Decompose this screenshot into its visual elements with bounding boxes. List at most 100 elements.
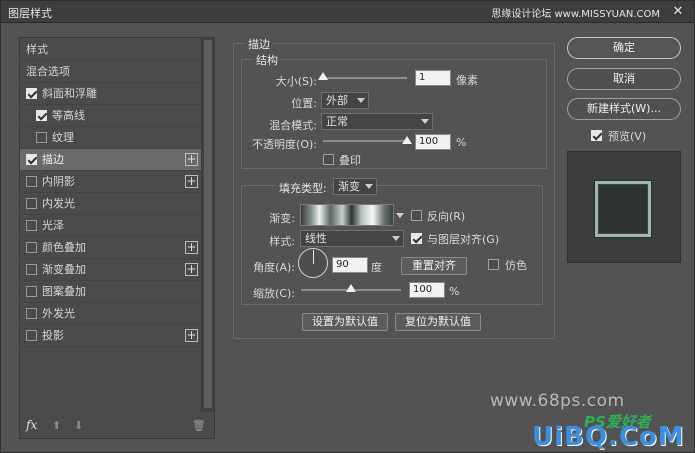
new-style-button[interactable]: 新建样式(W)... xyxy=(567,98,681,120)
close-icon[interactable]: ✕ xyxy=(670,4,686,20)
add-effect-plus-icon[interactable]: + xyxy=(185,329,198,342)
align-with-layer-label: 与图层对齐(G) xyxy=(427,233,500,246)
scale-slider-thumb[interactable] xyxy=(346,284,356,292)
blend-mode-value: 正常 xyxy=(326,115,348,128)
trash-icon[interactable]: 🗑 xyxy=(192,419,206,432)
dither-checkbox[interactable] xyxy=(488,259,499,270)
effect-item[interactable]: 外发光 xyxy=(20,303,202,325)
size-slider-thumb[interactable] xyxy=(318,72,328,80)
effect-item[interactable]: 混合选项 xyxy=(20,61,202,83)
preview-label: 预览(V) xyxy=(608,130,647,143)
gradient-style-value: 线性 xyxy=(305,232,327,245)
scale-input[interactable]: 100 xyxy=(409,282,445,298)
effect-label: 内阴影 xyxy=(42,175,75,188)
align-with-layer-checkbox[interactable] xyxy=(411,233,422,244)
gradient-swatch[interactable] xyxy=(300,204,394,226)
opacity-slider-track[interactable] xyxy=(323,140,407,142)
add-effect-plus-icon[interactable]: + xyxy=(185,153,198,166)
effect-checkbox[interactable] xyxy=(26,264,37,275)
effects-footer: fx ⬆ ⬇ 🗑 xyxy=(20,414,214,438)
overprint-label: 叠印 xyxy=(339,154,361,167)
effect-item[interactable]: 等高线 xyxy=(20,105,202,127)
effect-checkbox[interactable] xyxy=(26,176,37,187)
effect-item[interactable]: 内阴影 + xyxy=(20,171,202,193)
dither-label: 仿色 xyxy=(505,259,527,272)
effect-label: 等高线 xyxy=(52,109,85,122)
effect-checkbox[interactable] xyxy=(26,286,37,297)
opacity-input[interactable]: 100 xyxy=(415,134,451,150)
effects-list: 样式混合选项斜面和浮雕等高线纹理描边 + 内阴影 + 内发光光泽 颜色叠加 + 渐变叠加 + 图案… xyxy=(20,38,202,412)
effect-checkbox[interactable] xyxy=(26,198,37,209)
effect-item[interactable]: 投影 + xyxy=(20,325,202,347)
scroll-thumb[interactable] xyxy=(204,40,212,408)
scale-unit: % xyxy=(449,285,460,298)
position-label: 位置: xyxy=(291,97,317,110)
preview-checkbox[interactable] xyxy=(591,130,602,141)
uibq-watermark: UiBQ.CoM xyxy=(532,422,685,452)
make-default-button[interactable]: 设置为默认值 xyxy=(302,313,388,331)
add-effect-plus-icon[interactable]: + xyxy=(185,241,198,254)
overprint-checkbox[interactable] xyxy=(323,154,334,165)
effect-label: 内发光 xyxy=(42,197,75,210)
reverse-label: 反向(R) xyxy=(427,210,466,223)
site-watermark: www.68ps.com xyxy=(490,391,625,411)
preview-thumbnail xyxy=(595,181,651,237)
effect-label: 投影 xyxy=(42,329,64,342)
effect-checkbox[interactable] xyxy=(26,308,37,319)
reset-default-button[interactable]: 复位为默认值 xyxy=(395,313,481,331)
fill-type-value: 渐变 xyxy=(338,180,360,193)
effect-checkbox[interactable] xyxy=(26,154,37,165)
add-effect-plus-icon[interactable]: + xyxy=(185,263,198,276)
effect-checkbox[interactable] xyxy=(36,132,47,143)
effect-label: 描边 xyxy=(42,153,64,166)
effect-checkbox[interactable] xyxy=(26,330,37,341)
effect-item[interactable]: 图案叠加 xyxy=(20,281,202,303)
effects-scrollbar[interactable] xyxy=(201,38,214,412)
blend-mode-select[interactable]: 正常 xyxy=(321,113,433,130)
ok-button[interactable]: 确定 xyxy=(567,37,681,59)
chevron-down-icon xyxy=(392,236,400,241)
angle-input[interactable]: 90 xyxy=(332,257,368,273)
style-label: 样式: xyxy=(269,235,295,248)
size-input[interactable]: 1 xyxy=(415,70,451,86)
add-effect-plus-icon[interactable]: + xyxy=(185,175,198,188)
effect-item[interactable]: 颜色叠加 + xyxy=(20,237,202,259)
size-slider-track[interactable] xyxy=(323,77,407,79)
reset-align-button[interactable]: 重置对齐 xyxy=(401,257,467,275)
position-select[interactable]: 外部 xyxy=(321,92,369,109)
effect-item[interactable]: 样式 xyxy=(20,39,202,61)
fx-button[interactable]: fx xyxy=(26,418,37,432)
stroke-section-title: 描边 xyxy=(245,36,273,52)
reverse-checkbox[interactable] xyxy=(411,210,422,221)
effect-checkbox[interactable] xyxy=(26,88,37,99)
effect-item[interactable]: 描边 + xyxy=(20,149,202,171)
move-up-icon[interactable]: ⬆ xyxy=(52,419,61,432)
cancel-button[interactable]: 取消 xyxy=(567,68,681,90)
gradient-style-select[interactable]: 线性 xyxy=(300,230,404,247)
move-down-icon[interactable]: ⬇ xyxy=(74,419,83,432)
fill-type-select[interactable]: 渐变 xyxy=(333,178,377,195)
layer-style-dialog: 图层样式 思缘设计论坛 www.MISSYUAN.COM ✕ 样式 混合选项 斜面和… xyxy=(0,0,695,453)
position-value: 外部 xyxy=(326,94,348,107)
effect-item[interactable]: 光泽 xyxy=(20,215,202,237)
opacity-slider-thumb[interactable] xyxy=(402,136,412,144)
effect-label: 渐变叠加 xyxy=(42,263,86,276)
chevron-down-icon xyxy=(357,98,365,103)
effect-item[interactable]: 内发光 xyxy=(20,193,202,215)
effect-label: 图案叠加 xyxy=(42,285,86,298)
effect-item[interactable]: 渐变叠加 + xyxy=(20,259,202,281)
style-preview xyxy=(567,151,681,263)
effect-label: 纹理 xyxy=(52,131,74,144)
scale-label: 缩放(C): xyxy=(253,287,295,300)
effect-label: 斜面和浮雕 xyxy=(42,87,97,100)
effect-label: 样式 xyxy=(26,43,48,56)
gradient-chevron-down-icon[interactable] xyxy=(396,213,404,218)
effect-label: 混合选项 xyxy=(26,65,70,78)
effect-item[interactable]: 纹理 xyxy=(20,127,202,149)
effect-checkbox[interactable] xyxy=(26,220,37,231)
fill-type-label: 填充类型: xyxy=(276,180,330,196)
effect-item[interactable]: 斜面和浮雕 xyxy=(20,83,202,105)
effect-checkbox[interactable] xyxy=(26,242,37,253)
angle-dial[interactable] xyxy=(298,248,328,278)
effect-checkbox[interactable] xyxy=(36,110,47,121)
